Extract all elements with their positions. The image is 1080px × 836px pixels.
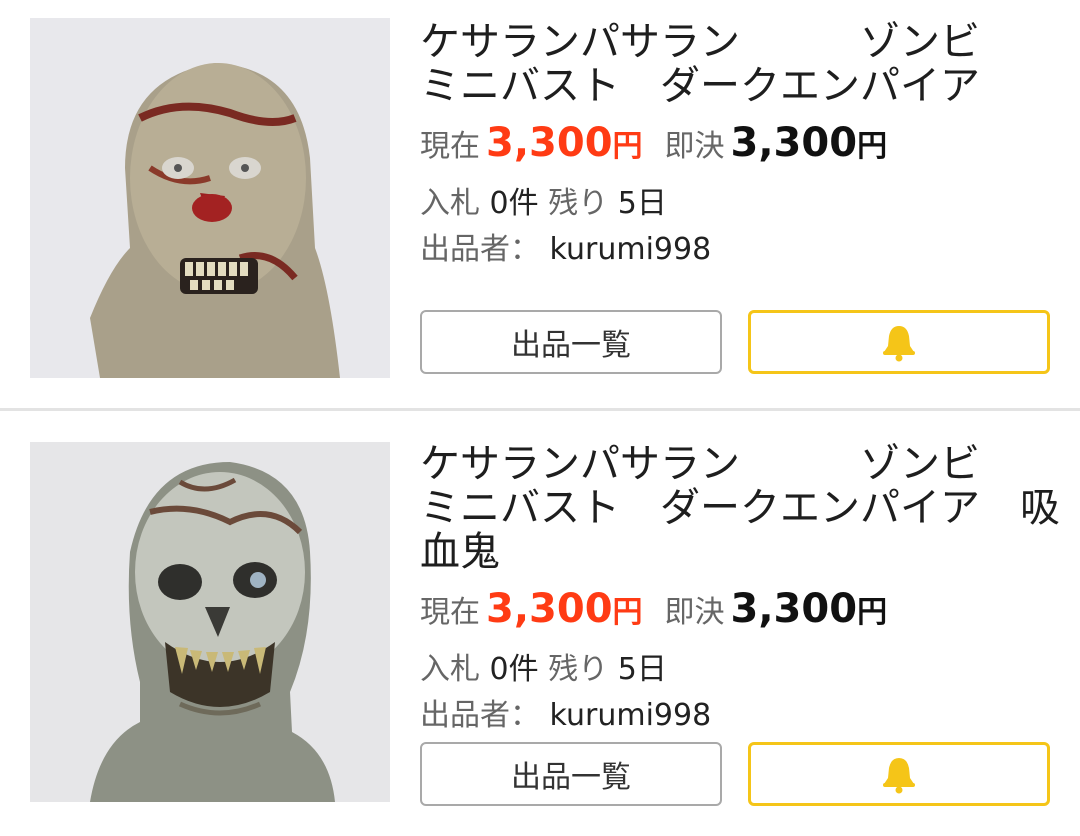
current-price-label: 現在 xyxy=(420,129,480,164)
price-row: 現在 3,300 円 即決 3,300 円 xyxy=(420,120,887,170)
product-thumbnail[interactable] xyxy=(30,442,390,802)
remaining-label: 残り xyxy=(548,186,609,221)
vampire-bust-image xyxy=(30,442,390,802)
buyout-price-label: 即決 xyxy=(664,595,725,630)
buyout-price-currency: 円 xyxy=(857,129,888,164)
remaining-time: 5日 xyxy=(617,652,667,687)
current-price-label: 現在 xyxy=(420,595,480,630)
bids-label: 入札 xyxy=(420,186,480,221)
bell-icon xyxy=(883,326,915,362)
bids-label: 入札 xyxy=(420,652,480,687)
listing-item[interactable]: ケサランパサラン ゾンビ ミニバスト ダークエンパイア 吸 血鬼 現在 3,30… xyxy=(0,412,1080,836)
price-row: 現在 3,300 円 即決 3,300 円 xyxy=(420,586,887,636)
watch-button[interactable] xyxy=(748,310,1050,374)
listing-title[interactable]: ケサランパサラン ゾンビ ミニバスト ダークエンパイア xyxy=(420,20,1060,108)
buyout-price-currency: 円 xyxy=(857,595,888,630)
seller-name[interactable]: kurumi998 xyxy=(550,698,712,733)
listing-divider xyxy=(0,408,1080,411)
zombie-bust-image xyxy=(30,18,390,378)
buyout-price: 3,300 xyxy=(730,120,858,166)
current-price-currency: 円 xyxy=(612,595,643,630)
seller-listings-button[interactable]: 出品一覧 xyxy=(420,742,722,806)
seller-label: 出品者： xyxy=(420,698,540,733)
seller-label: 出品者： xyxy=(420,232,540,267)
bell-icon xyxy=(883,758,915,794)
seller-listings-button[interactable]: 出品一覧 xyxy=(420,310,722,374)
bids-remaining-row: 入札 0件 残り 5日 xyxy=(420,178,667,222)
buyout-price: 3,300 xyxy=(730,586,858,632)
remaining-label: 残り xyxy=(548,652,609,687)
product-thumbnail[interactable] xyxy=(30,18,390,378)
seller-name[interactable]: kurumi998 xyxy=(550,232,712,267)
remaining-time: 5日 xyxy=(617,186,667,221)
bids-remaining-row: 入札 0件 残り 5日 xyxy=(420,644,667,688)
buyout-price-label: 即決 xyxy=(664,129,725,164)
current-price: 3,300 xyxy=(486,586,613,632)
current-price-currency: 円 xyxy=(612,129,643,164)
seller-row: 出品者： kurumi998 xyxy=(420,224,711,268)
current-price: 3,300 xyxy=(486,120,613,166)
bids-count: 0件 xyxy=(489,652,539,687)
listing-item[interactable]: ケサランパサラン ゾンビ ミニバスト ダークエンパイア 現在 3,300 円 即… xyxy=(0,0,1080,410)
bids-count: 0件 xyxy=(489,186,539,221)
watch-button[interactable] xyxy=(748,742,1050,806)
seller-row: 出品者： kurumi998 xyxy=(420,690,711,734)
listing-title[interactable]: ケサランパサラン ゾンビ ミニバスト ダークエンパイア 吸 血鬼 xyxy=(420,442,1060,574)
